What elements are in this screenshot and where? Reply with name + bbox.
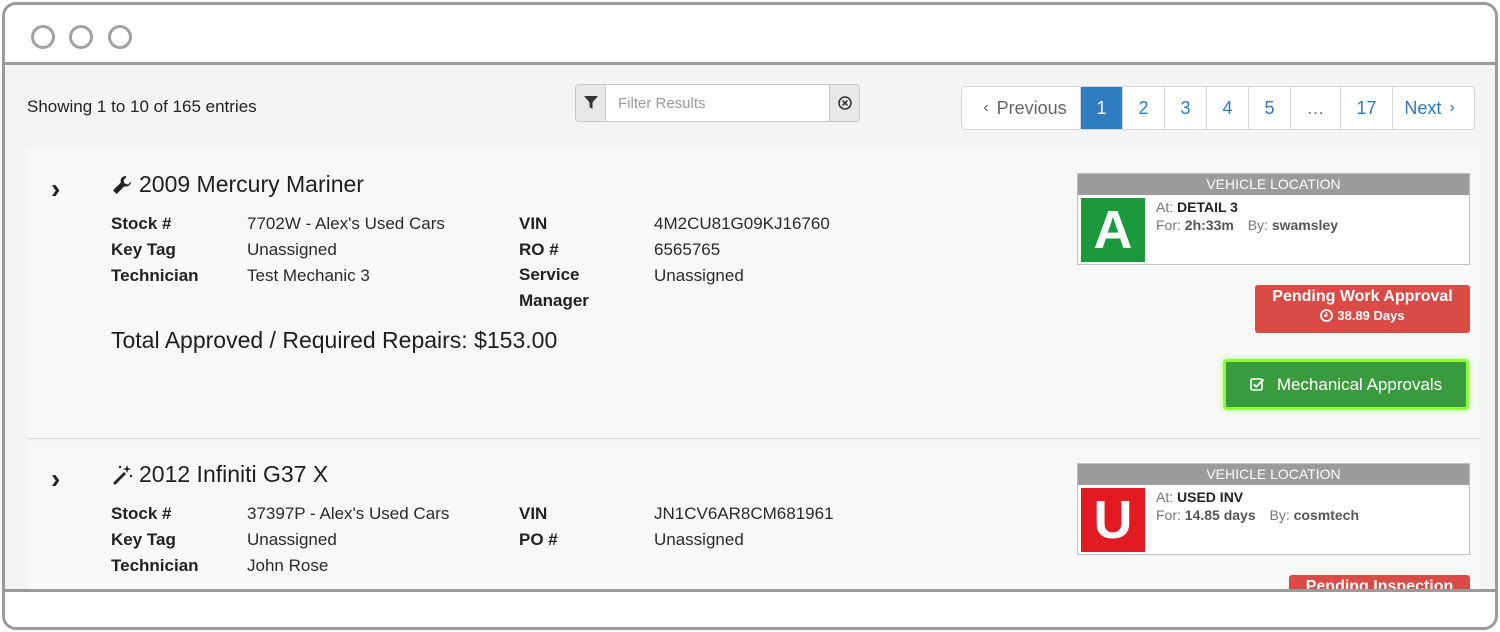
for-value: 2h:33m bbox=[1184, 217, 1234, 233]
status-label: Pending Work Approval bbox=[1272, 288, 1453, 305]
page-ellipsis: … bbox=[1290, 87, 1340, 129]
clear-filter-button[interactable] bbox=[829, 85, 859, 121]
clear-circle-icon bbox=[837, 96, 852, 110]
status-duration: 38.89 Days bbox=[1255, 308, 1470, 323]
key-tag-label: Key Tag bbox=[111, 240, 176, 259]
for-label: For: bbox=[1156, 217, 1181, 233]
vin-value: JN1CV6AR8CM681961 bbox=[654, 504, 834, 523]
at-value: DETAIL 3 bbox=[1177, 199, 1238, 215]
ro-label: RO # bbox=[519, 240, 559, 259]
po-label: PO # bbox=[519, 530, 558, 549]
check-square-icon bbox=[1250, 378, 1264, 391]
by-label: By: bbox=[1247, 217, 1268, 233]
status-duration-text: 38.89 Days bbox=[1337, 308, 1405, 323]
by-label: By: bbox=[1269, 507, 1290, 523]
vehicle-title-text: 2012 Infiniti G37 X bbox=[139, 461, 329, 487]
page-button-5[interactable]: 5 bbox=[1248, 87, 1290, 129]
browser-window: Showing 1 to 10 of 165 entries ‹ Previou… bbox=[2, 2, 1498, 630]
window-titlebar bbox=[5, 5, 1495, 65]
vehicle-location-panel: VEHICLE LOCATION U At: USED INV For: 14.… bbox=[1077, 463, 1470, 555]
vehicle-card: › 2012 Infiniti G37 X Stock # 37397P - A… bbox=[27, 441, 1480, 611]
next-page-button[interactable]: Next › bbox=[1392, 87, 1474, 129]
location-letter-badge: A bbox=[1081, 198, 1145, 262]
stock-label: Stock # bbox=[111, 504, 172, 523]
window-close-dot[interactable] bbox=[31, 25, 55, 49]
vehicle-title: 2012 Infiniti G37 X bbox=[111, 461, 328, 488]
vehicle-card: › 2009 Mercury Mariner Stock # 7702W - A… bbox=[27, 149, 1480, 439]
stock-value: 37397P - Alex's Used Cars bbox=[247, 504, 450, 523]
filter-button[interactable] bbox=[576, 85, 606, 121]
location-for: For: 14.85 days By: cosmtech bbox=[1156, 507, 1359, 523]
at-label: At: bbox=[1156, 489, 1174, 505]
vehicle-location-header: VEHICLE LOCATION bbox=[1078, 464, 1469, 485]
page-button-2[interactable]: 2 bbox=[1122, 87, 1164, 129]
po-value: Unassigned bbox=[654, 530, 744, 549]
window-minimize-dot[interactable] bbox=[69, 25, 93, 49]
at-label: At: bbox=[1156, 199, 1174, 215]
page-button-3[interactable]: 3 bbox=[1164, 87, 1206, 129]
window-bottom-bar bbox=[5, 589, 1495, 627]
for-label: For: bbox=[1156, 507, 1181, 523]
service-manager-label: Service Manager bbox=[519, 265, 589, 310]
key-tag-value: Unassigned bbox=[247, 530, 337, 549]
expand-chevron-icon[interactable]: › bbox=[51, 463, 60, 495]
expand-chevron-icon[interactable]: › bbox=[51, 173, 60, 205]
stock-label: Stock # bbox=[111, 214, 172, 233]
clock-icon bbox=[1320, 309, 1334, 322]
by-value: cosmtech bbox=[1293, 507, 1359, 523]
pagination: ‹ Previous 1 2 3 4 5 … 17 Next › bbox=[961, 86, 1475, 130]
status-badge: Pending Work Approval 38.89 Days bbox=[1255, 285, 1470, 333]
page-button-17[interactable]: 17 bbox=[1340, 87, 1392, 129]
technician-label: Technician bbox=[111, 266, 199, 285]
by-value: swamsley bbox=[1271, 217, 1338, 233]
vin-label: VIN bbox=[519, 214, 548, 233]
page-button-4[interactable]: 4 bbox=[1206, 87, 1248, 129]
next-label: Next bbox=[1404, 97, 1442, 118]
vehicle-location-panel: VEHICLE LOCATION A At: DETAIL 3 For: 2h:… bbox=[1077, 173, 1470, 265]
total-repairs: Total Approved / Required Repairs: $153.… bbox=[111, 327, 558, 353]
magic-wand-icon bbox=[113, 464, 133, 485]
entries-count: Showing 1 to 10 of 165 entries bbox=[27, 97, 257, 116]
key-tag-label: Key Tag bbox=[111, 530, 176, 549]
location-letter-badge: U bbox=[1081, 488, 1145, 552]
location-for: For: 2h:33m By: swamsley bbox=[1156, 217, 1338, 233]
filter-group bbox=[575, 84, 860, 122]
wrench-icon bbox=[113, 175, 131, 194]
funnel-icon bbox=[583, 96, 598, 109]
vin-label: VIN bbox=[519, 504, 548, 523]
page-button-1[interactable]: 1 bbox=[1080, 87, 1122, 129]
technician-value: John Rose bbox=[247, 556, 329, 575]
ro-value: 6565765 bbox=[654, 240, 721, 259]
technician-label: Technician bbox=[111, 556, 199, 575]
location-at: At: DETAIL 3 bbox=[1156, 199, 1238, 215]
mechanical-approvals-button[interactable]: Mechanical Approvals bbox=[1223, 359, 1469, 410]
vehicle-title-text: 2009 Mercury Mariner bbox=[139, 171, 364, 197]
vin-value: 4M2CU81G09KJ16760 bbox=[654, 214, 830, 233]
window-maximize-dot[interactable] bbox=[108, 25, 132, 49]
previous-label: Previous bbox=[996, 97, 1067, 118]
mechanical-approvals-label: Mechanical Approvals bbox=[1276, 374, 1443, 394]
chevron-left-icon: ‹ bbox=[983, 99, 989, 116]
service-manager-value: Unassigned bbox=[654, 266, 744, 285]
key-tag-value: Unassigned bbox=[247, 240, 337, 259]
technician-value: Test Mechanic 3 bbox=[247, 266, 370, 285]
location-at: At: USED INV bbox=[1156, 489, 1243, 505]
vehicle-location-header: VEHICLE LOCATION bbox=[1078, 174, 1469, 195]
stock-value: 7702W - Alex's Used Cars bbox=[247, 214, 445, 233]
previous-page-button[interactable]: ‹ Previous bbox=[962, 87, 1080, 129]
chevron-right-icon: › bbox=[1449, 99, 1455, 116]
for-value: 14.85 days bbox=[1184, 507, 1256, 523]
filter-input[interactable] bbox=[606, 85, 829, 121]
vehicle-title: 2009 Mercury Mariner bbox=[111, 171, 364, 198]
at-value: USED INV bbox=[1177, 489, 1244, 505]
